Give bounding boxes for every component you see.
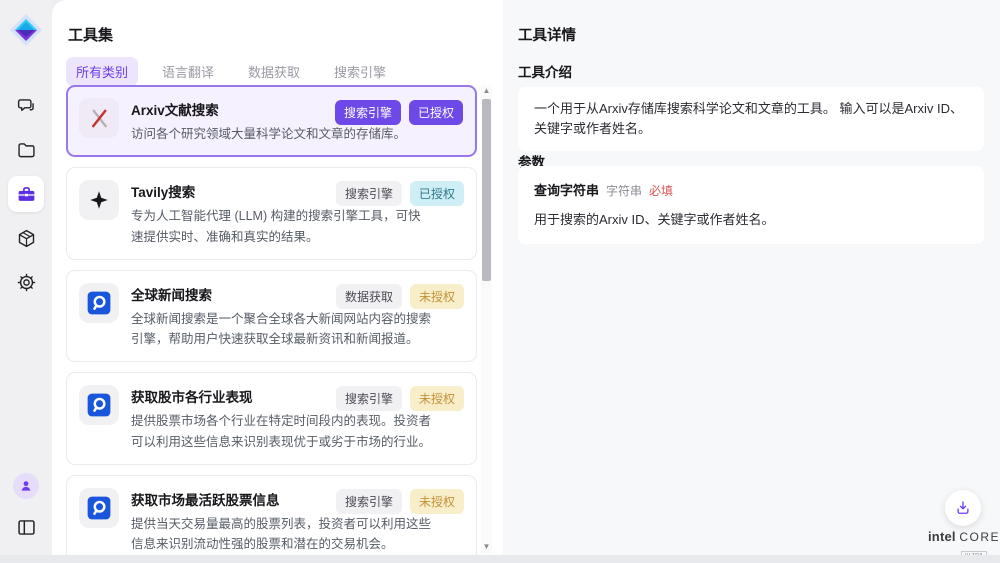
tool-detail-panel: 工具详情 工具介绍 一个用于从Arxiv存储库搜索科学论文和文章的工具。 输入可…	[503, 0, 1000, 555]
param-name: 查询字符串	[534, 180, 599, 199]
param-type: 字符串	[606, 182, 642, 199]
tool-description: 提供当天交易量最高的股票列表，投资者可以利用这些信息来识别流动性强的股票和潜在的…	[131, 514, 431, 555]
arxiv-icon	[79, 98, 119, 138]
intro-card: 一个用于从Arxiv存储库搜索科学论文和文章的工具。 输入可以是Arxiv ID…	[518, 87, 984, 151]
auth-status-badge: 已授权	[410, 181, 464, 206]
detail-title: 工具详情	[518, 24, 576, 45]
bottom-strip	[0, 555, 1000, 563]
category-tabs: 所有类别语言翻译数据获取搜索引擎	[66, 57, 396, 86]
sidebar-rail	[0, 0, 52, 555]
toolbox-icon[interactable]	[8, 176, 44, 212]
intro-heading: 工具介绍	[518, 61, 572, 81]
layout-toggle-icon[interactable]	[8, 509, 44, 545]
scrollbar-thumb[interactable]	[482, 99, 491, 281]
chat-icon[interactable]	[8, 88, 44, 124]
category-badge: 搜索引擎	[336, 489, 402, 514]
tool-card[interactable]: 获取市场最活跃股票信息 提供当天交易量最高的股票列表，投资者可以利用这些信息来识…	[66, 475, 477, 555]
tab-data-fetch[interactable]: 数据获取	[238, 57, 310, 86]
tab-search-engine[interactable]: 搜索引擎	[324, 57, 396, 86]
tavily-icon	[79, 180, 119, 220]
tool-card[interactable]: 全球新闻搜索 全球新闻搜索是一个聚合全球各大新闻网站内容的搜索引擎，帮助用户快速…	[66, 270, 477, 363]
auth-status-badge: 未授权	[410, 386, 464, 411]
auth-status-badge: 未授权	[410, 489, 464, 514]
tool-description: 专为人工智能代理 (LLM) 构建的搜索引擎工具，可快速提供实时、准确和真实的结…	[131, 206, 431, 247]
search-blue-icon	[79, 385, 119, 425]
tool-card[interactable]: Arxiv文献搜索 访问各个研究领域大量科学论文和文章的存储库。 搜索引擎 已授…	[66, 85, 477, 157]
search-blue-icon	[79, 283, 119, 323]
scroll-up-icon[interactable]: ▲	[481, 85, 492, 97]
list-scrollbar[interactable]: ▲ ▼	[481, 85, 492, 553]
scroll-down-icon[interactable]: ▼	[481, 541, 492, 553]
tab-language-translation[interactable]: 语言翻译	[152, 57, 224, 86]
folder-icon[interactable]	[8, 132, 44, 168]
page-title: 工具集	[68, 24, 113, 45]
search-blue-icon	[79, 488, 119, 528]
tool-card[interactable]: Tavily搜索 专为人工智能代理 (LLM) 构建的搜索引擎工具，可快速提供实…	[66, 167, 477, 260]
param-description: 用于搜索的Arxiv ID、关键字或作者姓名。	[534, 209, 968, 228]
intro-text: 一个用于从Arxiv存储库搜索科学论文和文章的工具。 输入可以是Arxiv ID…	[534, 101, 963, 136]
intel-wordmark: intel	[928, 529, 956, 544]
auth-status-badge: 已授权	[409, 100, 463, 125]
param-card: 查询字符串 字符串 必填 用于搜索的Arxiv ID、关键字或作者姓名。	[518, 166, 984, 244]
tool-card[interactable]: 获取股市各行业表现 提供股票市场各个行业在特定时间段内的表现。投资者可以利用这些…	[66, 372, 477, 465]
param-required-badge: 必填	[649, 182, 673, 199]
tab-all-categories[interactable]: 所有类别	[66, 57, 138, 86]
tool-description: 提供股票市场各个行业在特定时间段内的表现。投资者可以利用这些信息来识别表现优于或…	[131, 411, 431, 452]
tool-list-panel: 工具集 所有类别语言翻译数据获取搜索引擎 Arxiv文献搜索 访问各个研究领域大…	[52, 0, 503, 555]
app-logo-icon[interactable]	[8, 12, 44, 48]
category-badge: 搜索引擎	[336, 386, 402, 411]
app-root: 工具集 所有类别语言翻译数据获取搜索引擎 Arxiv文献搜索 访问各个研究领域大…	[0, 0, 1000, 563]
category-badge: 搜索引擎	[335, 100, 401, 125]
download-button[interactable]	[945, 490, 981, 526]
download-icon	[954, 499, 972, 517]
category-badge: 数据获取	[336, 284, 402, 309]
user-avatar[interactable]	[13, 473, 39, 499]
cube-icon[interactable]	[8, 220, 44, 256]
tool-list: Arxiv文献搜索 访问各个研究领域大量科学论文和文章的存储库。 搜索引擎 已授…	[66, 85, 477, 555]
sidebar-nav	[0, 88, 52, 300]
sidebar-footer	[0, 473, 52, 545]
category-badge: 搜索引擎	[336, 181, 402, 206]
tool-description: 访问各个研究领域大量科学论文和文章的存储库。	[131, 124, 431, 144]
core-wordmark: core	[959, 530, 1000, 544]
auth-status-badge: 未授权	[410, 284, 464, 309]
tool-description: 全球新闻搜索是一个聚合全球各大新闻网站内容的搜索引擎，帮助用户快速获取全球最新资…	[131, 309, 431, 350]
settings-icon[interactable]	[8, 264, 44, 300]
